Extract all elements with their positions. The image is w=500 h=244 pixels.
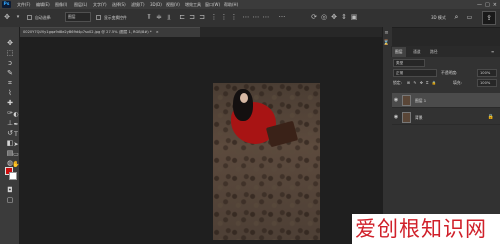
layer-row[interactable]: ◉ 背景 🔒: [392, 110, 500, 125]
document-tab[interactable]: 0020Y7QLYly1gqa9d8e2yB69d4p7sx02.jpg @ 2…: [20, 27, 200, 37]
3d-slide-icon[interactable]: ⇕: [340, 13, 348, 21]
crop-icon[interactable]: ⌗: [4, 78, 16, 88]
eye-icon[interactable]: ◉: [393, 114, 399, 120]
more-options-icon[interactable]: ···: [278, 13, 286, 21]
menu-image[interactable]: 图像(I): [55, 0, 67, 9]
photoshop-logo: Ps: [2, 1, 11, 8]
layer-filter-dropdown[interactable]: 类型: [393, 59, 425, 67]
layer-name[interactable]: 背景: [415, 110, 423, 125]
quick-select-icon[interactable]: ✎: [4, 68, 16, 78]
lock-label: 锁定:: [393, 80, 402, 85]
layer-name[interactable]: 图层 1: [415, 93, 426, 108]
chevron-down-icon[interactable]: ▾: [14, 13, 22, 21]
healing-icon[interactable]: ✚: [4, 98, 16, 108]
window-controls: — □ ×: [474, 0, 500, 9]
align-bottom-icon[interactable]: ⫫: [165, 13, 173, 21]
lock-fill-row: 锁定: ⊞ ✎ ✥ ⌗ 🔒 填充: 100%: [393, 78, 498, 88]
opacity-label: 不透明度:: [441, 70, 458, 75]
3d-scale-icon[interactable]: ▣: [350, 13, 358, 21]
3d-roll-icon[interactable]: ◎: [320, 13, 328, 21]
menu-filter[interactable]: 滤镜(T): [131, 0, 145, 9]
share-icon[interactable]: ⇪: [482, 11, 496, 25]
align-top-icon[interactable]: ⫪: [145, 13, 153, 21]
background-color-swatch[interactable]: [9, 172, 17, 180]
search-icon[interactable]: ⌕: [452, 13, 461, 22]
history-icon[interactable]: ⌛: [383, 40, 390, 47]
lock-icon: 🔒: [487, 114, 494, 120]
3d-mode-label: 3D 模式: [431, 15, 446, 20]
tab-channels[interactable]: 通道: [410, 47, 424, 57]
watermark-text: 爱创根知识网: [355, 217, 487, 241]
menu-layer[interactable]: 图层(L): [74, 0, 87, 9]
document-tab-title: 0020Y7QLYly1gqa9d8e2yB69d4p7sx02.jpg @ 2…: [23, 30, 152, 34]
layer-filter-row: 类型: [393, 58, 498, 68]
align-left-icon[interactable]: ⊏: [178, 13, 186, 21]
distribute-left-icon[interactable]: ⋯: [242, 13, 250, 21]
align-center-icon[interactable]: ⊐: [188, 13, 196, 21]
distribute-top-icon[interactable]: ⋮: [210, 13, 218, 21]
marquee-icon[interactable]: ⬚: [4, 48, 16, 58]
menu-file[interactable]: 文件(F): [17, 0, 30, 9]
align-right-icon[interactable]: ⊐: [198, 13, 206, 21]
menu-view[interactable]: 视图(V): [166, 0, 180, 9]
panel-tab-bar: [391, 46, 500, 57]
auto-select-checkbox[interactable]: [27, 15, 32, 20]
eyedropper-icon[interactable]: ⌇: [4, 88, 16, 98]
menu-help[interactable]: 帮助(H): [224, 0, 238, 9]
eye-icon[interactable]: ◉: [393, 97, 399, 103]
quick-mask-icon[interactable]: ◘: [4, 185, 16, 195]
screen-mode-icon[interactable]: ▢: [4, 195, 16, 205]
layer-thumbnail: [402, 112, 411, 123]
3d-rotate-icon[interactable]: ⟳: [310, 13, 318, 21]
menu-3d[interactable]: 3D(D): [150, 0, 162, 9]
close-tab-icon[interactable]: ×: [156, 30, 159, 34]
minimize-button[interactable]: —: [477, 2, 482, 8]
layer-thumbnail: [402, 95, 411, 106]
distribute-center-icon[interactable]: ⋯: [252, 13, 260, 21]
menu-window[interactable]: 窗口(W): [205, 0, 220, 9]
artwork-image: [213, 83, 320, 240]
properties-icon[interactable]: ≡: [383, 30, 390, 37]
menu-edit[interactable]: 编辑(E): [36, 0, 50, 9]
fill-label: 填充:: [453, 80, 462, 85]
auto-select-label: 自动选择:: [35, 15, 52, 20]
panel-menu-icon[interactable]: ≡: [488, 47, 497, 57]
auto-select-dropdown[interactable]: 图层: [65, 12, 91, 22]
lock-options-icon[interactable]: ⊞ ✎ ✥ ⌗ 🔒: [407, 78, 437, 88]
lasso-icon[interactable]: ↄ: [4, 58, 16, 68]
move-icon[interactable]: ✥: [4, 38, 16, 48]
distribute-middle-icon[interactable]: ⋮: [220, 13, 228, 21]
maximize-button[interactable]: □: [485, 2, 490, 8]
layer-row[interactable]: ◉ 图层 1: [392, 93, 500, 108]
align-middle-icon[interactable]: ≑: [155, 13, 163, 21]
blend-opacity-row: 正常 不透明度: 100%: [393, 68, 498, 78]
close-button[interactable]: ×: [493, 2, 497, 8]
opacity-input[interactable]: 100%: [477, 69, 497, 77]
tab-paths[interactable]: 路径: [427, 47, 441, 57]
distribute-bottom-icon[interactable]: ⋮: [230, 13, 238, 21]
canvas-area[interactable]: [20, 37, 382, 244]
distribute-right-icon[interactable]: ⋯: [262, 13, 270, 21]
menu-type[interactable]: 文字(Y): [93, 0, 107, 9]
show-transform-label: 显示变换控件: [104, 15, 127, 20]
menu-select[interactable]: 选择(S): [112, 0, 126, 9]
figure-face: [240, 93, 248, 103]
blend-mode-dropdown[interactable]: 正常: [393, 69, 437, 77]
move-tool-icon[interactable]: ✥: [3, 13, 11, 21]
fill-input[interactable]: 100%: [477, 79, 497, 87]
show-transform-checkbox[interactable]: [96, 15, 101, 20]
3d-pan-icon[interactable]: ✥: [330, 13, 338, 21]
tab-layers[interactable]: 图层: [392, 47, 406, 57]
menu-plugins[interactable]: 增效工具: [185, 0, 201, 9]
workspace-icon[interactable]: ▭: [465, 13, 474, 22]
